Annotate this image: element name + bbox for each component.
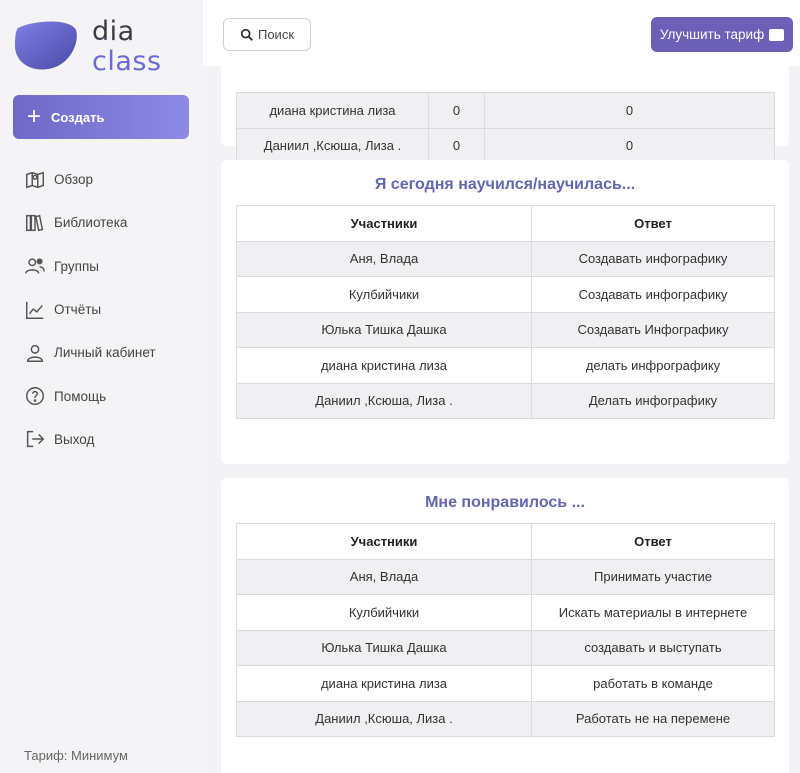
table-header-row: Участники Ответ (236, 205, 775, 242)
tariff-label: Тариф: Минимум (24, 748, 128, 763)
logo-text-class: class (92, 46, 162, 77)
table-cell: 0 (484, 92, 775, 129)
table-cell: Даниил ,Ксюша, Лиза . (236, 127, 429, 164)
table-cell: Юлька Тишка Дашка (236, 629, 532, 666)
sidebar-item-reports[interactable]: Отчёты (24, 288, 202, 331)
table-cell: Кулбийчики (236, 594, 532, 631)
table-cell: Создавать Инфографику (531, 311, 775, 348)
create-button-label: Создать (51, 109, 105, 125)
sidebar-item-label: Библиотека (54, 215, 128, 231)
sidebar-item-label: Обзор (54, 172, 93, 188)
table-cell: Создавать инфографику (531, 240, 775, 277)
table-row: Юлька Тишка Дашка создавать и выступать (236, 629, 775, 666)
table-cell: Кулбийчики (236, 276, 532, 313)
table-cell: 0 (428, 92, 485, 129)
results-card-previous: диана кристина лиза 0 0 Даниил ,Ксюша, Л… (221, 66, 789, 164)
sidebar-item-help[interactable]: Помощь (24, 374, 202, 417)
card-title: Мне понравилось ... (425, 494, 585, 511)
sidebar-item-overview[interactable]: Обзор (24, 158, 202, 201)
table-cell: Аня, Влада (236, 558, 532, 595)
sidebar-item-logout[interactable]: Выход (24, 418, 202, 461)
sidebar-item-library[interactable]: Библиотека (24, 201, 202, 244)
create-button[interactable]: + Создать (13, 95, 189, 139)
table-row: Юлька Тишка Дашка Создавать Инфографику (236, 311, 775, 348)
map-icon (26, 171, 44, 188)
logo-blob-icon (14, 21, 77, 70)
table-cell: диана кристина лиза (236, 347, 532, 384)
table-row: Аня, Влада Создавать инфографику (236, 240, 775, 277)
upgrade-plan-label: Улучшить тариф (659, 27, 765, 42)
sidebar-item-groups[interactable]: Группы (24, 245, 202, 288)
sidebar: dia class + Создать Обзор Библиотека Гру… (0, 0, 203, 773)
search-icon (240, 28, 253, 41)
help-icon (26, 387, 44, 406)
credit-card-icon (769, 28, 785, 41)
sidebar-item-account[interactable]: Личный кабинет (24, 331, 202, 374)
table-row: Даниил ,Ксюша, Лиза . Работать не на пер… (236, 700, 775, 737)
liked-card: Мне понравилось ... Участники Ответ Аня,… (221, 478, 789, 773)
plus-icon: + (27, 103, 42, 130)
library-icon (26, 214, 44, 232)
table-cell: Аня, Влада (236, 240, 532, 277)
table-cell: Даниил ,Ксюша, Лиза . (236, 700, 532, 737)
table-row: Кулбийчики Искать материалы в интернете (236, 594, 775, 631)
table-cell: Делать инфографику (531, 382, 775, 419)
table-row: диана кристина лиза делать инфрографику (236, 347, 775, 384)
learned-table: Участники Ответ Аня, Влада Создавать инф… (236, 205, 775, 419)
sidebar-item-label: Личный кабинет (54, 345, 156, 361)
table-cell: Принимать участие (531, 558, 775, 595)
table-cell: Юлька Тишка Дашка (236, 311, 532, 348)
sidebar-item-label: Отчёты (54, 302, 102, 318)
column-header-participants: Участники (236, 205, 532, 242)
sidebar-item-label: Выход (54, 431, 95, 447)
table-cell: Создавать инфографику (531, 276, 775, 313)
results-table-previous: диана кристина лиза 0 0 Даниил ,Ксюша, Л… (236, 92, 775, 164)
sidebar-item-label: Группы (54, 258, 99, 274)
table-row: Даниил ,Ксюша, Лиза . Делать инфографику (236, 382, 775, 419)
learned-card: Я сегодня научился/научилась... Участник… (221, 160, 789, 464)
main-content[interactable]: диана кристина лиза 0 0 Даниил ,Ксюша, Л… (203, 66, 800, 773)
table-row: диана кристина лиза работать в команде (236, 665, 775, 702)
table-cell: Даниил ,Ксюша, Лиза . (236, 382, 532, 419)
column-header-answer: Ответ (531, 205, 775, 242)
logout-icon (26, 431, 45, 448)
table-cell: создавать и выступать (531, 629, 775, 666)
user-icon (26, 344, 44, 362)
upgrade-plan-button[interactable]: Улучшить тариф (651, 17, 793, 52)
table-row: Кулбийчики Создавать инфографику (236, 276, 775, 313)
table-row: диана кристина лиза 0 0 (236, 92, 775, 129)
logo[interactable]: dia class (14, 16, 161, 78)
search-button[interactable]: Поиск (223, 18, 311, 51)
table-cell: делать инфрографику (531, 347, 775, 384)
sidebar-item-label: Помощь (54, 388, 107, 404)
logo-text-dia: dia (92, 16, 135, 47)
liked-table: Участники Ответ Аня, Влада Принимать уча… (236, 523, 775, 737)
table-cell: Искать материалы в интернете (531, 594, 775, 631)
table-cell: Работать не на перемене (531, 700, 775, 737)
table-cell: работать в команде (531, 665, 775, 702)
table-cell: диана кристина лиза (236, 92, 429, 129)
users-icon (25, 258, 45, 274)
topbar: Поиск Улучшить тариф (203, 0, 800, 66)
sidebar-nav: Обзор Библиотека Группы Отчёты Личный ка… (24, 158, 202, 461)
table-row: Аня, Влада Принимать участие (236, 558, 775, 595)
table-cell: 0 (428, 127, 485, 164)
table-cell: диана кристина лиза (236, 665, 532, 702)
table-cell: 0 (484, 127, 775, 164)
column-header-participants: Участники (236, 523, 532, 560)
column-header-answer: Ответ (531, 523, 775, 560)
chart-icon (26, 301, 44, 319)
table-row: Даниил ,Ксюша, Лиза . 0 0 (236, 127, 775, 164)
table-header-row: Участники Ответ (236, 523, 775, 560)
card-title: Я сегодня научился/научилась... (374, 176, 636, 193)
search-button-label: Поиск (257, 27, 295, 42)
